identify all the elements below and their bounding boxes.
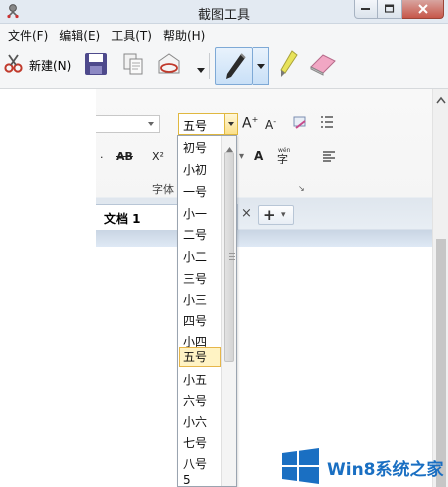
pen-icon	[226, 53, 246, 79]
superscript-icon: X²	[152, 150, 164, 163]
clear-format-icon	[292, 115, 308, 134]
font-size-option: 八号	[183, 457, 208, 471]
font-size-option: 小五	[183, 373, 208, 387]
captured-screenshot: 五号 A+ A- · AB X² ▾ A wén 字 字体 ↘ 文档 1 × + …	[96, 89, 432, 247]
menu-help[interactable]: 帮助(H)	[158, 24, 211, 43]
menu-tools[interactable]: 工具(T)	[106, 24, 158, 43]
chevron-down-icon: ▾	[281, 210, 286, 220]
send-snip-icon[interactable]	[156, 51, 184, 80]
title-bar: 截图工具	[0, 0, 448, 24]
eraser-icon[interactable]	[308, 51, 338, 80]
minimize-button[interactable]	[354, 0, 378, 19]
font-size-option-selected: 五号	[179, 347, 221, 367]
text-effect-icon: A	[254, 149, 264, 163]
new-snip-button[interactable]: 新建(N)	[3, 50, 71, 80]
strikethrough-icon: AB	[116, 150, 133, 163]
grow-font-icon: A+	[242, 115, 259, 132]
font-size-option: 七号	[183, 436, 208, 450]
new-tab-button: + ▾	[258, 205, 294, 225]
maximize-button[interactable]	[378, 0, 402, 19]
font-name-arrow-icon	[148, 122, 154, 126]
menu-file[interactable]: 文件(F)	[3, 24, 54, 43]
canvas-vertical-scrollbar[interactable]	[432, 89, 448, 487]
windows-logo-icon	[281, 448, 321, 487]
new-snip-label: 新建(N)	[29, 58, 72, 73]
shrink-font-icon: A-	[265, 117, 277, 132]
save-icon[interactable]	[84, 52, 108, 79]
chevron-down-icon	[257, 64, 265, 69]
underline-dropdown-icon: ·	[100, 151, 104, 164]
dropdown-scroll-thumb	[224, 152, 235, 362]
svg-text:字: 字	[277, 152, 288, 164]
font-size-dropdown-list: 初号 小初 一号 小一 二号 小二 三号 小三 四号 小四 五号 小五 六号 小…	[177, 135, 237, 487]
bullets-icon	[320, 115, 334, 132]
font-size-option: 小一	[183, 207, 208, 221]
highlight-dropdown-icon: ▾	[239, 151, 245, 162]
menu-bar: 文件(F) 编辑(E) 工具(T) 帮助(H)	[0, 24, 448, 43]
highlighter-icon[interactable]	[276, 49, 300, 84]
toolbar: 新建(N)	[0, 43, 448, 89]
phonetic-guide-icon: wén 字	[275, 146, 299, 167]
font-size-value: 五号	[183, 119, 208, 133]
close-button[interactable]	[402, 0, 444, 19]
font-size-option: 三号	[183, 272, 208, 286]
font-size-option: 一号	[183, 185, 208, 199]
scroll-grip	[229, 256, 235, 257]
font-size-option: 四号	[183, 314, 208, 328]
plus-icon: +	[263, 206, 276, 224]
toolbar-separator	[209, 53, 210, 79]
document-tab-strip: 文档 1 × + ▾	[96, 200, 432, 230]
pen-button[interactable]	[215, 47, 253, 85]
watermark-text: Win8系统之家	[327, 460, 444, 480]
font-size-option: 小六	[183, 415, 208, 429]
font-size-dropdown-arrow-icon	[224, 113, 238, 135]
dropdown-scrollbar	[221, 136, 236, 486]
font-size-option: 5	[183, 473, 191, 487]
font-size-option: 小初	[183, 163, 208, 177]
scissors-icon	[3, 53, 25, 78]
font-size-option: 二号	[183, 228, 208, 242]
scroll-grip	[229, 259, 235, 260]
align-left-icon	[322, 149, 336, 166]
font-dialog-launcher-icon: ↘	[298, 184, 305, 193]
menu-edit[interactable]: 编辑(E)	[54, 24, 106, 43]
pen-dropdown-button[interactable]	[253, 47, 269, 85]
scroll-up-arrow-icon[interactable]	[436, 93, 446, 104]
send-dropdown-arrow-icon[interactable]	[197, 63, 205, 77]
font-size-option: 六号	[183, 394, 208, 408]
font-group-label: 字体	[152, 183, 174, 196]
document-tab-label: 文档 1	[104, 212, 141, 226]
copy-icon[interactable]	[121, 52, 145, 79]
scroll-grip	[229, 253, 235, 254]
font-size-option: 初号	[183, 141, 208, 155]
watermark: Win8系统之家	[279, 446, 448, 487]
font-size-option: 小二	[183, 250, 208, 264]
tab-close-icon: ×	[241, 206, 252, 221]
font-size-option: 小三	[183, 293, 208, 307]
